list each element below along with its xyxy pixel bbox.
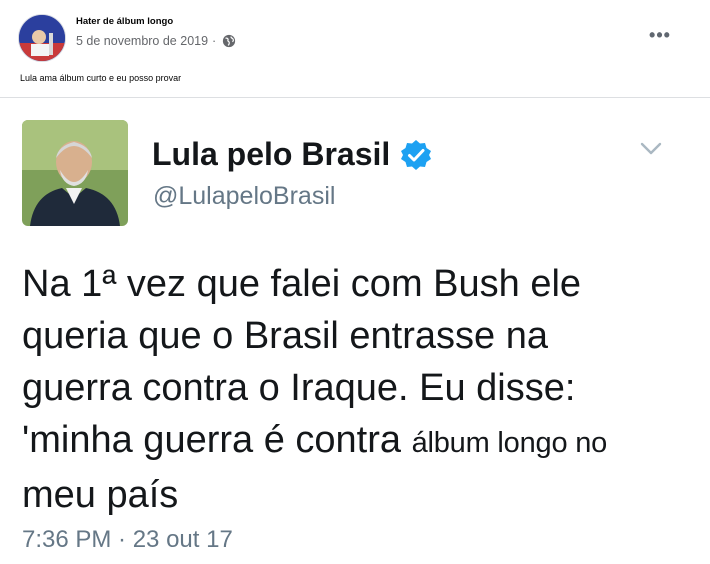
tweet-handle[interactable]: @LulapeloBrasil <box>153 182 335 211</box>
tweet-display-name-row: Lula pelo Brasil <box>152 136 432 173</box>
avatar-image <box>19 15 65 61</box>
tweet-line-start: 'minha guerra é contra <box>22 419 412 461</box>
tweet-screenshot: Lula pelo Brasil @LulapeloBrasil Na 1ª v… <box>0 98 710 564</box>
profile-photo <box>22 120 128 226</box>
post-text: Lula ama álbum curto e eu posso provar <box>20 73 182 83</box>
tweet-edited-text: álbum longo no <box>411 427 608 459</box>
more-options-icon: ••• <box>649 24 671 45</box>
facebook-post: Hater de álbum longo 5 de novembro de 20… <box>0 0 710 564</box>
meta-separator: · <box>212 34 217 48</box>
author-avatar[interactable] <box>18 14 66 62</box>
author-name[interactable]: Hater de álbum longo <box>76 16 173 27</box>
tweet-display-name[interactable]: Lula pelo Brasil <box>152 136 390 173</box>
chevron-down-icon[interactable] <box>640 142 662 156</box>
verified-badge-icon <box>401 139 432 170</box>
tweet-avatar <box>22 120 128 226</box>
tweet-line: guerra contra o Iraque. Eu disse: <box>22 367 576 409</box>
tweet-text: Na 1ª vez que falei com Bush ele queria … <box>22 258 702 521</box>
tweet-line: meu país <box>22 474 179 516</box>
tweet-line-with-edit: 'minha guerra é contra álbum longo no <box>22 414 702 469</box>
post-header: Hater de álbum longo 5 de novembro de 20… <box>18 14 688 64</box>
tweet-timestamp[interactable]: 7:36 PM · 23 out 17 <box>22 526 233 554</box>
tweet-line: Na 1ª vez que falei com Bush ele <box>22 263 582 305</box>
post-date[interactable]: 5 de novembro de 2019 <box>76 34 208 48</box>
tweet-line: queria que o Brasil entrasse na <box>22 315 548 357</box>
more-options-button[interactable]: ••• <box>642 24 678 46</box>
post-meta: 5 de novembro de 2019 · <box>76 34 236 48</box>
globe-icon <box>223 34 236 48</box>
